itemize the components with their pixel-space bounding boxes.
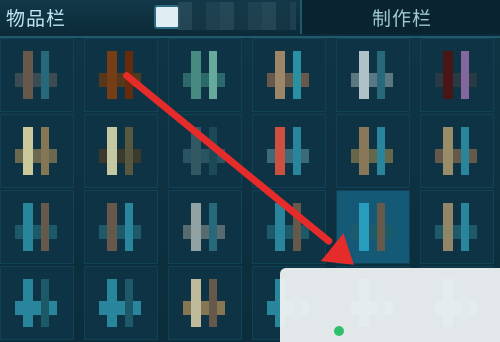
inventory-slot[interactable] — [420, 38, 494, 112]
item-icon — [183, 51, 225, 99]
item-icon — [351, 51, 393, 99]
item-icon — [15, 51, 57, 99]
item-icon — [183, 279, 225, 327]
inventory-slot[interactable] — [336, 38, 410, 112]
item-icon — [15, 127, 57, 175]
tab-crafting[interactable]: 制作栏 — [300, 0, 500, 34]
inventory-slot[interactable] — [84, 190, 158, 264]
inventory-slot[interactable] — [0, 190, 74, 264]
inventory-slot[interactable] — [168, 114, 242, 188]
item-icon — [435, 127, 477, 175]
item-icon — [267, 51, 309, 99]
inventory-slot[interactable] — [420, 114, 494, 188]
pixelated-header-strip — [178, 2, 296, 30]
tab-crafting-label: 制作栏 — [371, 7, 432, 30]
inventory-slot[interactable] — [84, 266, 158, 340]
item-icon — [267, 127, 309, 175]
inventory-slot[interactable] — [168, 190, 242, 264]
inventory-slot[interactable] — [252, 114, 326, 188]
item-icon — [15, 279, 57, 327]
inventory-slot[interactable] — [420, 190, 494, 264]
item-icon — [183, 203, 225, 251]
item-icon — [435, 203, 477, 251]
tab-inventory[interactable]: 物品栏 — [6, 0, 66, 34]
tab-inventory-label: 物品栏 — [6, 7, 67, 30]
inventory-slot[interactable] — [0, 266, 74, 340]
inventory-slot[interactable] — [252, 38, 326, 112]
inventory-slot[interactable] — [336, 114, 410, 188]
inventory-topbar: 物品栏 制作栏 — [0, 0, 500, 38]
item-icon — [99, 279, 141, 327]
item-icon — [435, 51, 477, 99]
inventory-slot[interactable] — [0, 38, 74, 112]
item-icon — [99, 51, 141, 99]
item-icon — [99, 127, 141, 175]
inventory-slot[interactable] — [0, 114, 74, 188]
inventory-slot[interactable] — [168, 38, 242, 112]
tray-icon[interactable] — [154, 5, 180, 29]
item-icon — [15, 203, 57, 251]
item-icon — [351, 127, 393, 175]
item-icon — [99, 203, 141, 251]
inventory-slot[interactable] — [84, 114, 158, 188]
watermark-logo-icon — [334, 326, 344, 336]
watermark-overlay — [280, 268, 500, 342]
inventory-slot[interactable] — [168, 266, 242, 340]
inventory-slot[interactable] — [84, 38, 158, 112]
